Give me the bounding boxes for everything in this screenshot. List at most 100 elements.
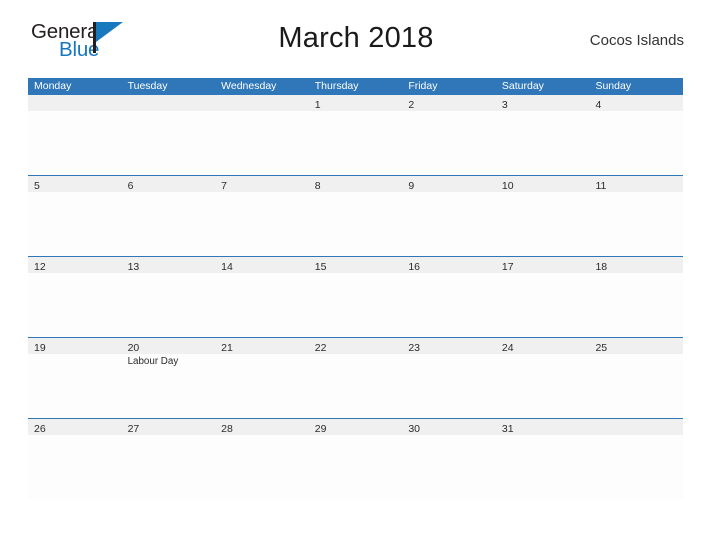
day-cell[interactable]: 1	[308, 95, 403, 175]
day-events	[402, 273, 496, 274]
day-number: 26	[34, 423, 46, 435]
day-cell[interactable]: 12	[28, 257, 122, 337]
day-events	[589, 192, 683, 193]
day-cell[interactable]: 28	[215, 419, 309, 499]
day-cell[interactable]: 5	[28, 176, 122, 256]
day-number-band: 28	[215, 419, 309, 435]
day-cell-empty	[28, 95, 122, 175]
day-events	[28, 273, 122, 274]
day-cell[interactable]: 11	[589, 176, 684, 256]
day-cell[interactable]: 15	[308, 257, 403, 337]
day-number-band: 24	[495, 338, 590, 354]
week-cells: 12 13 14 15 16 17 18	[28, 257, 684, 337]
day-cell[interactable]: 24	[495, 338, 590, 418]
day-events	[589, 111, 683, 112]
calendar-page: General Blue March 2018 Cocos Islands Mo…	[0, 0, 712, 550]
day-events	[28, 435, 122, 436]
day-events	[122, 111, 216, 112]
day-number: 5	[34, 180, 40, 192]
day-events	[215, 435, 309, 436]
day-cell[interactable]: 17	[495, 257, 590, 337]
day-cell[interactable]: 22	[308, 338, 403, 418]
day-cell[interactable]: 4	[589, 95, 684, 175]
day-number: 7	[221, 180, 227, 192]
week-cells: 5 6 7 8 9 10 11	[28, 176, 684, 256]
day-number: 27	[127, 423, 140, 435]
day-number-band: 14	[215, 257, 309, 273]
day-events	[122, 435, 216, 436]
day-cell[interactable]: 8	[308, 176, 403, 256]
day-cell[interactable]: 20 Labour Day	[121, 338, 216, 418]
day-cell[interactable]: 26	[28, 419, 122, 499]
day-cell[interactable]: 14	[215, 257, 309, 337]
day-number-band: 3	[495, 95, 590, 111]
day-events	[309, 273, 403, 274]
day-cell[interactable]: 21	[215, 338, 309, 418]
day-cell[interactable]: 7	[215, 176, 309, 256]
day-number: 28	[221, 423, 233, 435]
day-number-band: 10	[495, 176, 590, 192]
day-cell[interactable]: 31	[495, 419, 590, 499]
calendar-week-row: 12 13 14 15 16 17 18	[28, 256, 684, 337]
day-events	[309, 435, 403, 436]
day-cell[interactable]: 18	[589, 257, 684, 337]
day-number-band	[28, 95, 122, 111]
day-number: 16	[408, 261, 420, 273]
day-cell[interactable]: 29	[308, 419, 403, 499]
day-number: 9	[408, 180, 415, 192]
week-cells: 26 27 28 29 30 31	[28, 419, 684, 499]
day-events	[496, 435, 590, 436]
day-cell[interactable]: 9	[402, 176, 496, 256]
day-number-band: 20	[121, 338, 216, 354]
day-number-band: 9	[402, 176, 496, 192]
day-cell-empty	[215, 95, 309, 175]
day-number-band: 15	[308, 257, 403, 273]
day-number: 23	[408, 342, 420, 354]
day-cell[interactable]: 10	[495, 176, 590, 256]
day-cell[interactable]: 23	[402, 338, 496, 418]
weekday-header-monday: Monday	[34, 80, 72, 92]
day-cell-empty	[121, 95, 216, 175]
week-cells: 1 2 3 4	[28, 95, 684, 175]
day-cell[interactable]: 27	[121, 419, 216, 499]
day-cell[interactable]: 3	[495, 95, 590, 175]
day-number: 25	[595, 342, 608, 354]
day-events	[28, 111, 122, 112]
day-events	[122, 192, 216, 193]
day-cell[interactable]: 6	[121, 176, 216, 256]
day-number: 15	[314, 261, 327, 273]
day-number: 14	[221, 261, 233, 273]
day-number-band: 17	[495, 257, 590, 273]
day-cell[interactable]: 30	[402, 419, 496, 499]
day-events	[215, 192, 309, 193]
day-events	[309, 111, 403, 112]
day-number: 8	[314, 180, 321, 192]
day-number: 6	[127, 180, 134, 192]
day-events	[309, 354, 403, 355]
day-number-band: 21	[215, 338, 309, 354]
day-cell[interactable]: 25	[589, 338, 684, 418]
calendar-event[interactable]: Labour Day	[128, 355, 212, 368]
day-cell-empty	[589, 419, 684, 499]
day-events	[28, 192, 122, 193]
day-number-band: 1	[308, 95, 403, 111]
day-number: 19	[34, 342, 46, 354]
day-cell[interactable]: 2	[402, 95, 496, 175]
calendar-weeks: 1 2 3 4 5 6 7 8 9 10 11 12 13 14 15 16 17 18 19 20 Labour Da…	[28, 95, 684, 499]
day-number-band: 31	[495, 419, 590, 435]
day-cell[interactable]: 19	[28, 338, 122, 418]
weekday-header-tuesday: Tuesday	[127, 80, 168, 92]
day-number-band: 2	[402, 95, 496, 111]
day-number-band: 30	[402, 419, 496, 435]
day-cell[interactable]: 16	[402, 257, 496, 337]
weekday-header-thursday: Thursday	[314, 80, 359, 92]
day-number-band: 13	[121, 257, 216, 273]
day-number-band: 25	[589, 338, 684, 354]
day-number: 24	[501, 342, 514, 354]
day-number-band	[121, 95, 216, 111]
day-cell[interactable]: 13	[121, 257, 216, 337]
day-number: 21	[221, 342, 233, 354]
day-events	[309, 192, 403, 193]
weekday-header-friday: Friday	[408, 80, 438, 92]
week-cells: 19 20 Labour Day 21 22 23 24 25	[28, 338, 684, 418]
